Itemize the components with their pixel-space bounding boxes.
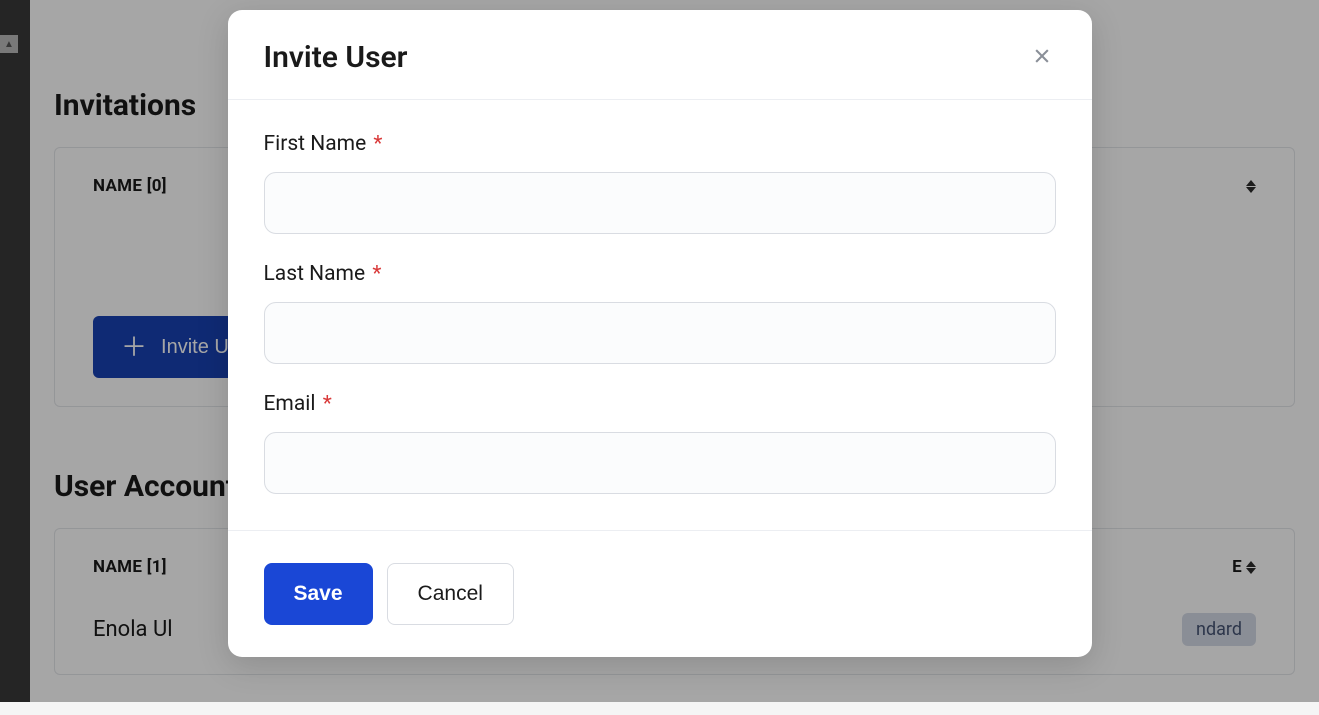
email-label: Email *: [264, 392, 1056, 416]
close-icon: [1032, 46, 1052, 66]
close-button[interactable]: [1028, 42, 1056, 73]
last-name-label-text: Last Name: [264, 262, 366, 286]
cancel-button[interactable]: Cancel: [387, 563, 514, 625]
first-name-input[interactable]: [264, 172, 1056, 234]
email-label-text: Email: [264, 392, 316, 416]
last-name-input[interactable]: [264, 302, 1056, 364]
required-indicator: *: [323, 392, 332, 416]
email-input[interactable]: [264, 432, 1056, 494]
required-indicator: *: [373, 132, 382, 156]
first-name-label-text: First Name: [264, 132, 367, 156]
required-indicator: *: [372, 262, 381, 286]
modal-title: Invite User: [264, 40, 408, 75]
last-name-label: Last Name *: [264, 262, 1056, 286]
save-button[interactable]: Save: [264, 563, 373, 625]
first-name-label: First Name *: [264, 132, 1056, 156]
invite-user-modal: Invite User First Name * Last Name * Ema…: [228, 10, 1092, 657]
